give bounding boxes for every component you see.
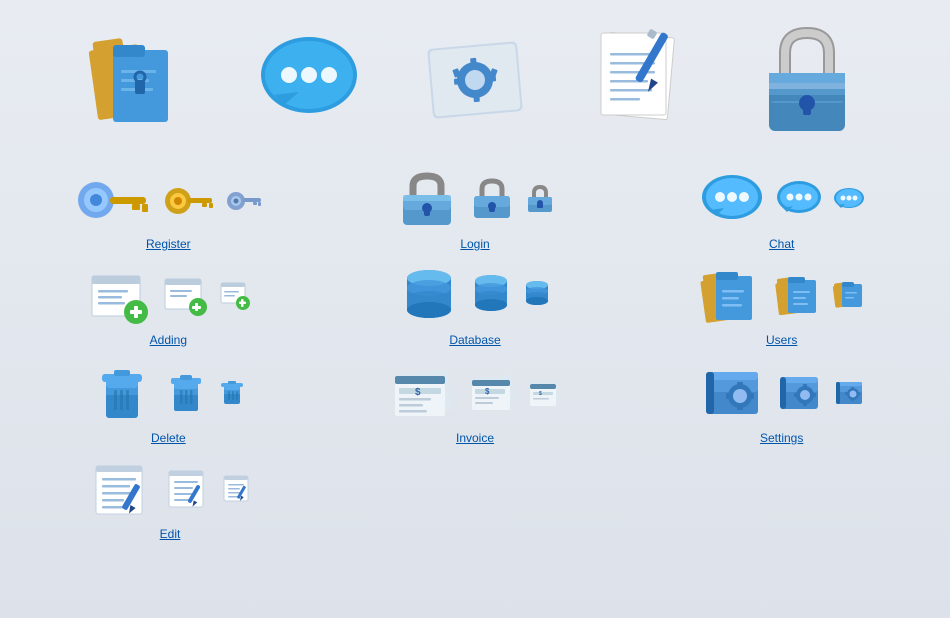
users-label: Users [766, 333, 797, 347]
delete-icon-medium[interactable] [163, 368, 209, 419]
adding-group: Adding [15, 264, 322, 347]
login-icon-small[interactable] [524, 184, 556, 219]
chat-icon-small[interactable] [832, 186, 866, 219]
database-icon-medium[interactable] [468, 271, 514, 322]
register-icon-large[interactable] [74, 173, 154, 233]
database-icon-small[interactable] [522, 279, 552, 314]
row-adding-database-users: Adding [15, 264, 935, 347]
invoice-group: $ $ [322, 364, 629, 445]
chat-label: Chat [769, 237, 794, 251]
settings-tablet-large-icon[interactable] [410, 20, 540, 140]
delete-group: Delete [15, 360, 322, 445]
users-icon-medium[interactable] [774, 271, 824, 322]
top-icons-row [0, 0, 950, 170]
login-group: Login [322, 170, 629, 251]
edit-icon-small[interactable] [220, 472, 254, 509]
login-label: Login [460, 237, 489, 251]
delete-label: Delete [151, 431, 186, 445]
login-icon-large[interactable] [395, 170, 460, 233]
database-icon-large[interactable] [398, 264, 460, 329]
notes-large-icon[interactable] [576, 20, 706, 140]
adding-icon-medium[interactable] [160, 271, 210, 322]
adding-icon-small[interactable] [218, 278, 252, 315]
settings-group: Settings [628, 364, 935, 445]
users-icon-large[interactable] [698, 264, 766, 329]
svg-text:$: $ [485, 387, 490, 396]
row-register-login-chat: Register [15, 170, 935, 251]
lock-large-icon[interactable] [742, 20, 872, 140]
database-label: Database [449, 333, 500, 347]
invoice-icon-large[interactable]: $ [389, 364, 459, 427]
invoice-icon-medium[interactable]: $ [467, 371, 519, 420]
users-icon-small[interactable] [832, 278, 866, 315]
svg-text:$: $ [415, 387, 421, 398]
row-edit: Edit [15, 458, 935, 541]
edit-icon-medium[interactable] [162, 465, 212, 516]
chat-large-icon[interactable] [244, 20, 374, 140]
settings-label: Settings [760, 431, 803, 445]
users-large-icon[interactable] [78, 20, 208, 140]
adding-label: Adding [150, 333, 187, 347]
settings-icon-medium[interactable] [774, 371, 824, 420]
invoice-icon-small[interactable]: $ [527, 378, 561, 413]
chat-group: Chat [628, 172, 935, 251]
svg-text:$: $ [539, 391, 542, 397]
database-group: Database [322, 264, 629, 347]
register-icon-small[interactable] [225, 187, 263, 220]
edit-group: Edit [15, 458, 325, 541]
adding-icon-large[interactable] [84, 264, 152, 329]
edit-label: Edit [160, 527, 181, 541]
invoice-label: Invoice [456, 431, 494, 445]
register-icon-medium[interactable] [162, 181, 217, 226]
login-icon-medium[interactable] [468, 177, 516, 226]
users-group: Users [628, 264, 935, 347]
settings-icon-large[interactable] [698, 364, 766, 427]
chat-icon-large[interactable] [698, 172, 766, 233]
chat-icon-medium[interactable] [774, 179, 824, 226]
register-group: Register [15, 173, 322, 251]
settings-icon-small[interactable] [832, 378, 866, 413]
delete-icon-small[interactable] [217, 376, 247, 411]
register-label: Register [146, 237, 191, 251]
delete-icon-large[interactable] [90, 360, 155, 427]
edit-icon-large[interactable] [86, 458, 154, 523]
row-delete-invoice-settings: Delete $ [15, 360, 935, 445]
